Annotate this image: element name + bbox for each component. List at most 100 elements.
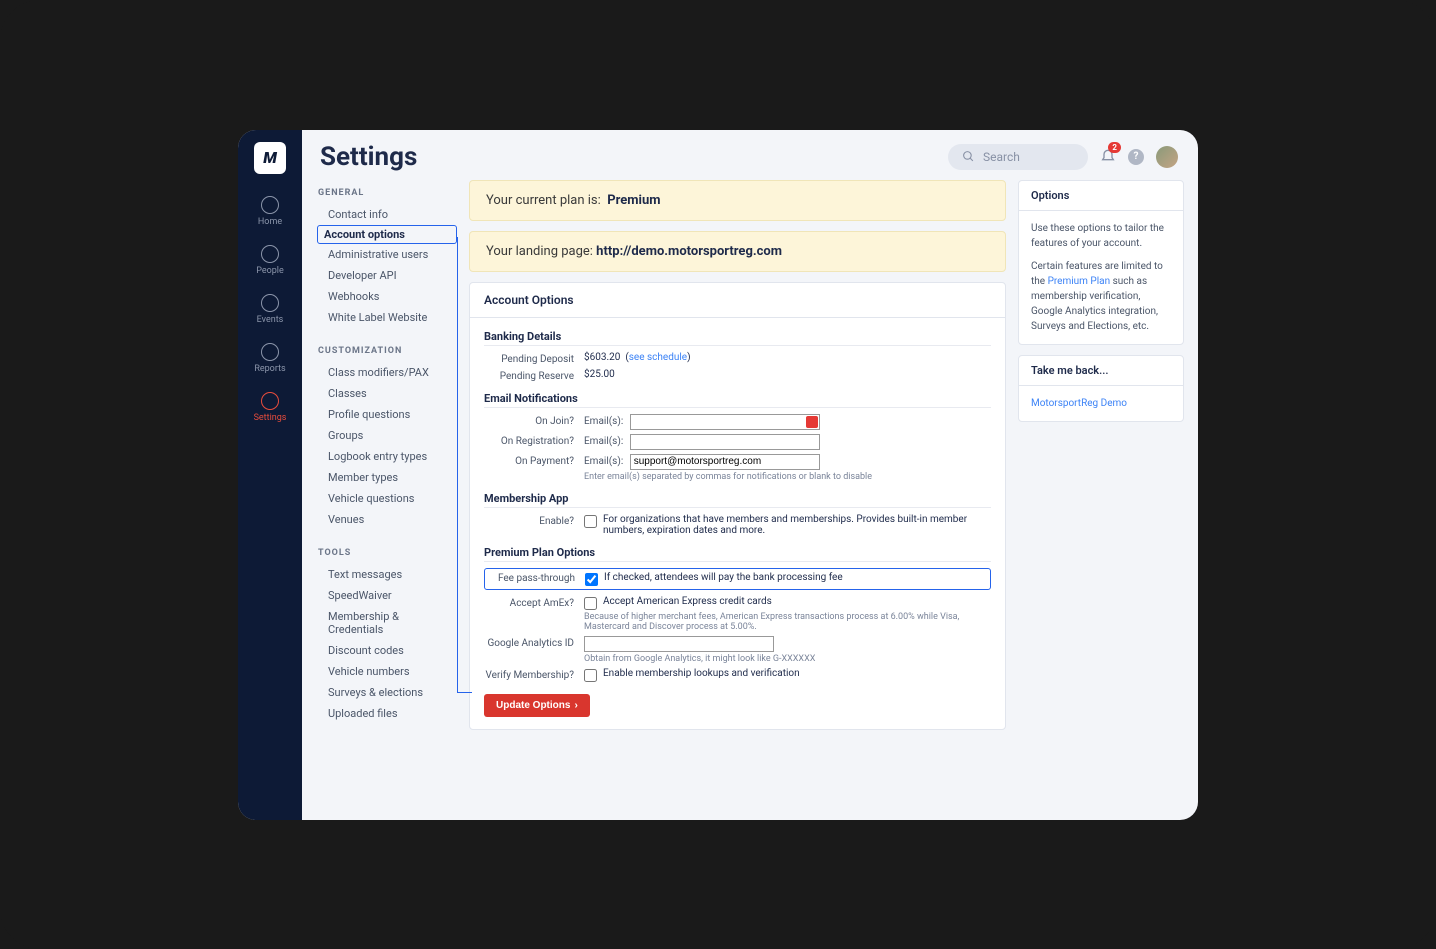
on-payment-input[interactable] xyxy=(630,454,820,470)
ga-input[interactable] xyxy=(584,636,774,652)
nav-text-messages[interactable]: Text messages xyxy=(318,564,457,585)
email-prefix: Email(s): xyxy=(584,456,623,467)
home-icon xyxy=(261,196,279,214)
main-column: Your current plan is: Premium Your landi… xyxy=(457,180,1018,820)
content-area: Settings Search 2 ? GENERAL Contact info… xyxy=(302,130,1198,820)
nav-webhooks[interactable]: Webhooks xyxy=(318,286,457,307)
on-registration-label: On Registration? xyxy=(484,434,584,447)
nav-uploaded-files[interactable]: Uploaded files xyxy=(318,703,457,724)
email-hint: Enter email(s) separated by commas for n… xyxy=(584,472,991,482)
premium-heading: Premium Plan Options xyxy=(484,546,991,562)
nav-heading-customization: CUSTOMIZATION xyxy=(318,346,457,356)
nav-membership-credentials[interactable]: Membership & Credentials xyxy=(318,606,457,640)
update-options-button[interactable]: Update Options› xyxy=(484,694,590,717)
take-me-back-card: Take me back... MotorsportReg Demo xyxy=(1018,355,1184,422)
help-button[interactable]: ? xyxy=(1128,149,1144,165)
membership-heading: Membership App xyxy=(484,492,991,508)
amex-hint: Because of higher merchant fees, America… xyxy=(584,612,991,632)
nav-surveys-elections[interactable]: Surveys & elections xyxy=(318,682,457,703)
notifications-button[interactable]: 2 xyxy=(1100,147,1116,167)
rail-reports-label: Reports xyxy=(254,364,285,374)
nav-venues[interactable]: Venues xyxy=(318,509,457,530)
fee-label: Fee pass-through xyxy=(491,573,585,584)
options-card-header: Options xyxy=(1019,181,1183,211)
connector-line xyxy=(457,692,472,693)
people-icon xyxy=(261,245,279,263)
chevron-right-icon: › xyxy=(574,700,577,711)
panel-header: Account Options xyxy=(470,283,1005,318)
input-indicator-icon xyxy=(806,416,818,428)
logo[interactable]: M xyxy=(254,142,286,174)
back-link[interactable]: MotorsportReg Demo xyxy=(1031,398,1127,409)
fee-passthrough-checkbox[interactable] xyxy=(585,573,598,586)
amex-checkbox[interactable] xyxy=(584,597,597,610)
back-card-header: Take me back... xyxy=(1019,356,1183,386)
rail-reports[interactable]: Reports xyxy=(254,343,285,374)
nav-profile-questions[interactable]: Profile questions xyxy=(318,404,457,425)
banner-plan-prefix: Your current plan is: xyxy=(486,193,601,208)
search-icon xyxy=(962,150,975,163)
email-prefix: Email(s): xyxy=(584,436,623,447)
verify-checkbox[interactable] xyxy=(584,669,597,682)
pending-reserve-label: Pending Reserve xyxy=(484,369,584,382)
avatar[interactable] xyxy=(1156,146,1178,168)
nav-classes[interactable]: Classes xyxy=(318,383,457,404)
nav-heading-general: GENERAL xyxy=(318,188,457,198)
nav-contact-info[interactable]: Contact info xyxy=(318,204,457,225)
rail-people[interactable]: People xyxy=(256,245,284,276)
pending-reserve-value: $25.00 xyxy=(584,369,991,380)
enable-desc: For organizations that have members and … xyxy=(603,514,991,536)
app-window: M Home People Events Reports Settings xyxy=(238,130,1198,820)
search-input[interactable]: Search xyxy=(948,144,1088,170)
ga-hint: Obtain from Google Analytics, it might l… xyxy=(584,654,991,664)
rail-events[interactable]: Events xyxy=(257,294,284,325)
body-row: GENERAL Contact info Account options Adm… xyxy=(302,180,1198,820)
right-column: Options Use these options to tailor the … xyxy=(1018,180,1198,820)
email-heading: Email Notifications xyxy=(484,392,991,408)
icon-rail: M Home People Events Reports Settings xyxy=(238,130,302,820)
amex-desc: Accept American Express credit cards xyxy=(603,596,772,607)
nav-vehicle-questions[interactable]: Vehicle questions xyxy=(318,488,457,509)
email-prefix: Email(s): xyxy=(584,416,623,427)
options-p1: Use these options to tailor the features… xyxy=(1031,221,1171,251)
rail-home[interactable]: Home xyxy=(258,196,282,227)
verify-label: Verify Membership? xyxy=(484,668,584,681)
settings-icon xyxy=(261,392,279,410)
on-join-input[interactable] xyxy=(630,414,820,430)
page-title: Settings xyxy=(320,142,936,172)
pending-deposit-value: $603.20 xyxy=(584,352,620,363)
see-schedule-link[interactable]: see schedule xyxy=(629,352,687,363)
premium-plan-link[interactable]: Premium Plan xyxy=(1048,276,1111,287)
nav-speedwaiver[interactable]: SpeedWaiver xyxy=(318,585,457,606)
banner-landing-prefix: Your landing page: xyxy=(486,244,593,259)
search-placeholder: Search xyxy=(983,150,1020,164)
rail-home-label: Home xyxy=(258,217,282,227)
banner-plan-value: Premium xyxy=(607,193,660,208)
on-registration-input[interactable] xyxy=(630,434,820,450)
nav-logbook[interactable]: Logbook entry types xyxy=(318,446,457,467)
options-p2: Certain features are limited to the Prem… xyxy=(1031,259,1171,334)
nav-member-types[interactable]: Member types xyxy=(318,467,457,488)
nav-class-modifiers[interactable]: Class modifiers/PAX xyxy=(318,362,457,383)
verify-desc: Enable membership lookups and verificati… xyxy=(603,668,800,679)
fee-desc: If checked, attendees will pay the bank … xyxy=(604,572,843,583)
rail-settings[interactable]: Settings xyxy=(254,392,287,423)
nav-white-label[interactable]: White Label Website xyxy=(318,307,457,328)
nav-discount-codes[interactable]: Discount codes xyxy=(318,640,457,661)
enable-membership-checkbox[interactable] xyxy=(584,515,597,528)
banking-heading: Banking Details xyxy=(484,330,991,346)
banner-landing-url: http://demo.motorsportreg.com xyxy=(596,244,782,259)
pending-deposit-label: Pending Deposit xyxy=(484,352,584,365)
amex-label: Accept AmEx? xyxy=(484,596,584,609)
nav-developer-api[interactable]: Developer API xyxy=(318,265,457,286)
rail-people-label: People xyxy=(256,266,284,276)
reports-icon xyxy=(261,343,279,361)
nav-vehicle-numbers[interactable]: Vehicle numbers xyxy=(318,661,457,682)
options-card: Options Use these options to tailor the … xyxy=(1018,180,1184,345)
rail-settings-label: Settings xyxy=(254,413,287,423)
nav-groups[interactable]: Groups xyxy=(318,425,457,446)
on-join-label: On Join? xyxy=(484,414,584,427)
nav-account-options[interactable]: Account options xyxy=(317,225,457,244)
nav-admin-users[interactable]: Administrative users xyxy=(318,244,457,265)
fee-passthrough-row: Fee pass-through If checked, attendees w… xyxy=(484,568,991,590)
